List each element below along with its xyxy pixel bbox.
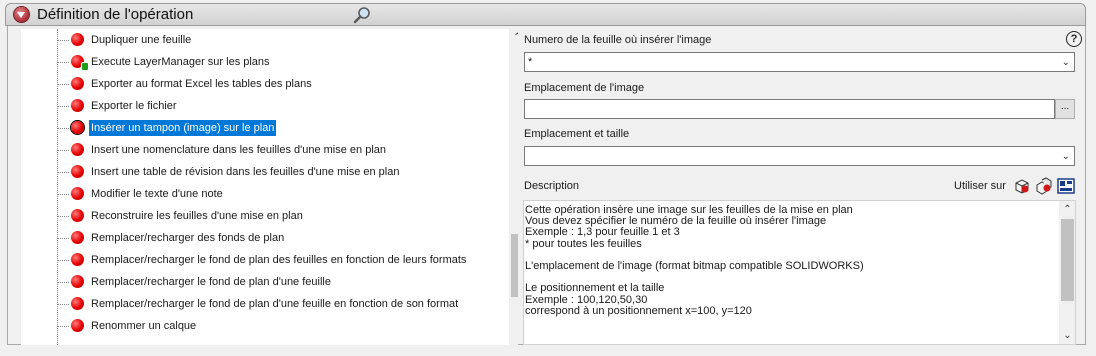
status-dot-icon — [71, 99, 84, 112]
description-text: Cette opération insère une image sur les… — [525, 204, 1055, 317]
tree-item-label: Remplacer/recharger le fond de plan d'un… — [91, 298, 459, 310]
sheet-number-label: Numero de la feuille où insérer l'image — [524, 34, 712, 46]
operation-tree: Dupliquer une feuille Execute LayerManage… — [21, 29, 518, 345]
tree-connector — [58, 106, 69, 107]
tree-connector — [58, 216, 69, 217]
tree-item-label: Reconstruire les feuilles d'une mise en … — [91, 210, 303, 222]
tree-connector — [58, 84, 69, 85]
tree-connector — [58, 326, 69, 327]
tree-item[interactable]: Insert une table de révision dans les fe… — [21, 161, 501, 183]
tree-item[interactable]: Remplacer/recharger le fond de plan d'un… — [21, 271, 501, 293]
tree-connector — [58, 282, 69, 283]
tree-connector — [58, 238, 69, 239]
position-size-label: Emplacement et taille — [524, 128, 630, 140]
status-dot-icon — [71, 297, 84, 310]
search-icon[interactable] — [352, 6, 372, 24]
tree-connector — [58, 172, 69, 173]
tree-item-label: Insert une nomenclature dans les feuille… — [91, 144, 387, 156]
collapse-arrow-icon[interactable] — [14, 7, 29, 22]
status-dot-icon — [71, 77, 84, 90]
section-header[interactable]: Définition de l'opération — [5, 3, 1086, 26]
description-line: correspond à un positionnement x=100, y=… — [525, 304, 752, 317]
scroll-up-icon[interactable]: ⌃ — [1059, 201, 1075, 218]
description-line: Exemple : 100,120,50,30 — [525, 293, 648, 306]
image-location-label: Emplacement de l'image — [524, 82, 645, 94]
tree-item[interactable]: Remplacer/recharger des fonds de plan — [21, 227, 501, 249]
use-on-label: Utiliser sur — [954, 180, 1006, 192]
help-icon[interactable]: ? — [1066, 31, 1082, 47]
description-line: Exemple : 1,3 pour feuille 1 et 3 — [525, 226, 680, 239]
tree-connector — [58, 62, 69, 63]
tree-item-label: Insérer un tampon (image) sur le plan — [89, 120, 277, 136]
tree-item[interactable]: Exporter au format Excel les tables des … — [21, 73, 501, 95]
status-dot-icon — [71, 121, 84, 134]
status-dot-icon — [71, 253, 84, 266]
description-line: L'emplacement de l'image (format bitmap … — [525, 259, 864, 272]
sheet-number-value: * — [528, 56, 533, 68]
position-size-combobox[interactable]: ⌄ — [524, 146, 1075, 166]
tree-scrollbar[interactable] — [509, 29, 518, 345]
tree-item[interactable]: Insert une nomenclature dans les feuille… — [21, 139, 501, 161]
tree-item-label: Exporter au format Excel les tables des … — [91, 78, 312, 90]
description-label: Description — [524, 180, 580, 192]
tree-item-label: Exporter le fichier — [91, 100, 177, 112]
tree-connector — [58, 194, 69, 195]
status-dot-icon — [71, 165, 84, 178]
tree-connector — [58, 260, 69, 261]
tree-item[interactable]: Remplacer/recharger le fond de plan des … — [21, 249, 501, 271]
tree-connector — [58, 40, 69, 41]
tree-item[interactable]: Dupliquer une feuille — [21, 29, 501, 51]
tree-connector — [58, 304, 69, 305]
description-scroll-thumb[interactable] — [1061, 219, 1074, 301]
browse-button[interactable]: ... — [1055, 99, 1075, 119]
tree-item[interactable]: Renommer un calque — [21, 315, 501, 337]
tree-item-label: Insert une table de révision dans les fe… — [91, 166, 400, 178]
tree-item-label: Remplacer/recharger le fond de plan d'un… — [91, 276, 331, 288]
tree-scroll-thumb[interactable] — [511, 234, 518, 297]
tree-connector — [58, 150, 69, 151]
tree-item-label: Execute LayerManager sur les plans — [91, 56, 270, 68]
status-dot-icon — [71, 187, 84, 200]
tree-item[interactable]: Insérer un tampon (image) sur le plan — [21, 117, 501, 139]
tree-item-label: Modifier le texte d'une note — [91, 188, 223, 200]
tree-item-label: Renommer un calque — [91, 320, 197, 332]
description-line: * pour toutes les feuilles — [525, 237, 642, 250]
status-dot-icon — [71, 209, 84, 222]
assembly-icon[interactable] — [1035, 177, 1053, 195]
tree-item[interactable]: Reconstruire les feuilles d'une mise en … — [21, 205, 501, 227]
plugin-badge-icon — [81, 62, 89, 71]
tree-connector — [58, 128, 69, 129]
description-line: Le positionnement et la taille — [525, 282, 665, 295]
chevron-down-icon[interactable]: ⌄ — [1062, 148, 1070, 166]
chevron-down-icon[interactable]: ⌄ — [1062, 54, 1070, 72]
tree-item-label: Remplacer/recharger des fonds de plan — [91, 232, 285, 244]
status-dot-icon — [71, 143, 84, 156]
status-dot-icon — [71, 231, 84, 244]
status-dot-icon — [71, 33, 84, 46]
tree-item[interactable]: Modifier le texte d'une note — [21, 183, 501, 205]
status-dot-icon — [71, 275, 84, 288]
tree-item[interactable]: Exporter le fichier — [21, 95, 501, 117]
status-dot-icon — [71, 319, 84, 332]
part-icon[interactable] — [1013, 177, 1031, 195]
description-textbox[interactable]: Cette opération insère une image sur les… — [523, 200, 1076, 345]
drawing-icon[interactable] — [1057, 177, 1075, 195]
tree-item[interactable]: Remplacer/recharger le fond de plan d'un… — [21, 293, 501, 315]
tree-item-label: Dupliquer une feuille — [91, 34, 192, 46]
tree-item[interactable]: Execute LayerManager sur les plans — [21, 51, 501, 73]
scroll-up-icon[interactable]: ⌃ — [509, 29, 518, 46]
section-title: Définition de l'opération — [37, 6, 194, 23]
scroll-down-icon[interactable]: ⌄ — [1059, 327, 1075, 344]
sheet-number-combobox[interactable]: * ⌄ — [524, 52, 1075, 72]
tree-item-label: Remplacer/recharger le fond de plan des … — [91, 254, 467, 266]
image-location-input[interactable] — [524, 99, 1055, 119]
